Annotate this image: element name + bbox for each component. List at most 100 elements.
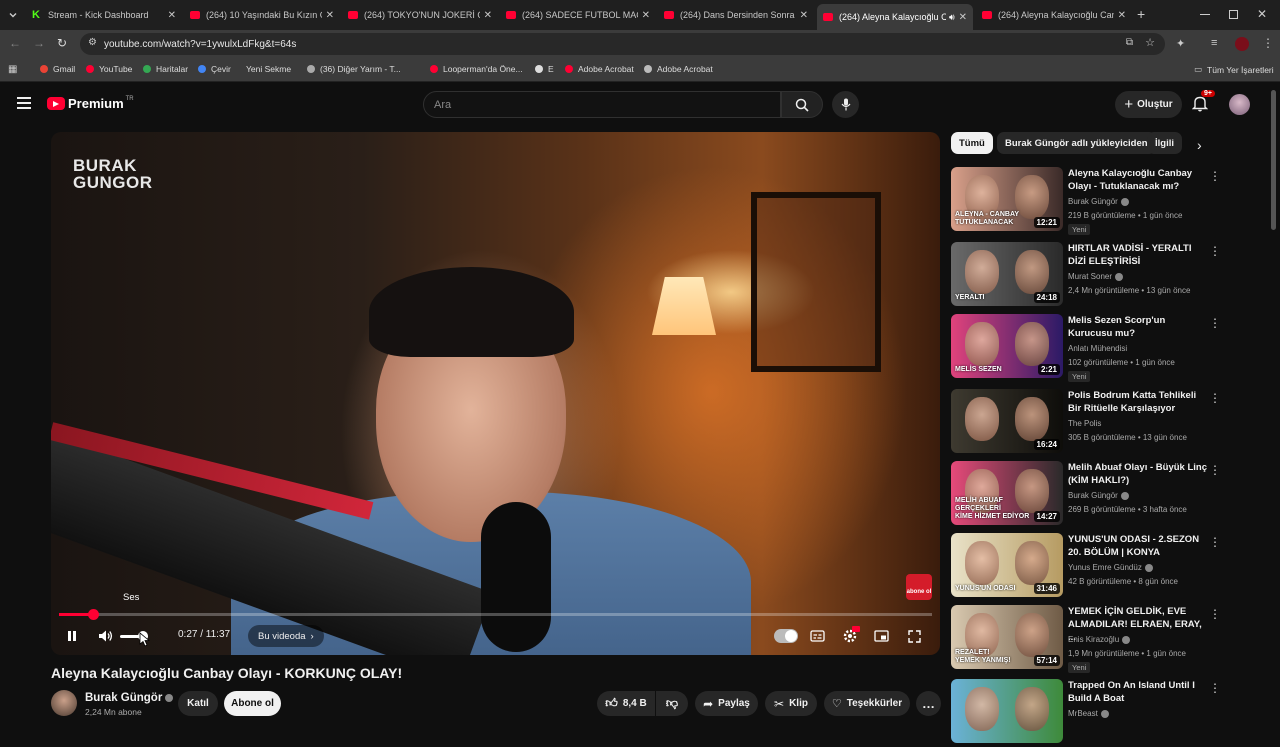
subscribe-watermark-badge[interactable]: abone ol [906, 574, 932, 600]
recommended-video[interactable]: YUNUS'UN ODASI 31:46 YUNUS'UN ODASI - 2.SE… [951, 533, 1221, 601]
recommended-video[interactable]: REZALET! YEMEK YANMIŞ! 57:14 YEMEK İÇİN GE… [951, 605, 1221, 673]
recommended-title[interactable]: HIRTLAR VADİSİ - YERALTI DİZİ ELEŞTİRİSİ [1068, 242, 1208, 268]
bookmark-item[interactable]: Çevir [198, 64, 231, 74]
close-tab-icon[interactable]: ✕ [959, 12, 967, 23]
recommended-channel[interactable]: Enis Kirazoğlu [1068, 635, 1131, 644]
bookmark-item[interactable]: Yeni Sekme [246, 64, 291, 74]
bookmark-item[interactable]: Haritalar [143, 64, 188, 74]
browser-tab[interactable]: (264) Dans Dersinden Sonra Or ✕ [658, 4, 814, 26]
subtitles-button[interactable] [809, 628, 825, 644]
recommended-channel[interactable]: The Polis [1068, 419, 1101, 428]
reload-button[interactable]: ↻ [57, 36, 67, 50]
video-thumbnail[interactable]: MELİH ABUAF GERÇEKLERİ KİME HİZMET EDİYO… [951, 461, 1063, 525]
recommended-channel[interactable]: Burak Güngör [1068, 197, 1129, 206]
search-button[interactable] [781, 91, 823, 118]
recommended-video[interactable]: YERALTI 24:18 HIRTLAR VADİSİ - YERALTI DİZ… [951, 242, 1221, 310]
browser-tab[interactable]: (264) 10 Yaşındaki Bu Kızın Cesa ✕ [184, 4, 340, 26]
close-tab-icon[interactable]: ✕ [168, 10, 176, 21]
progress-bar[interactable] [59, 609, 932, 620]
recommended-channel[interactable]: MrBeast [1068, 709, 1109, 718]
filter-chip[interactable]: Burak Güngör adlı yükleyiciden [997, 132, 1156, 154]
bookmark-item[interactable]: Looperman'da Öne... [430, 64, 523, 74]
recommended-title[interactable]: Trapped On An Island Until I Build A Boa… [1068, 679, 1208, 705]
browser-menu-icon[interactable]: ⋮ [1262, 36, 1274, 50]
bookmark-item[interactable]: Adobe Acrobat [644, 64, 713, 74]
filter-chip[interactable]: İlgili [1147, 132, 1182, 154]
channel-avatar[interactable] [51, 690, 77, 716]
minimize-button[interactable] [1200, 14, 1210, 15]
video-thumbnail[interactable]: REZALET! YEMEK YANMIŞ! 57:14 [951, 605, 1063, 669]
channel-name[interactable]: Burak Güngör [85, 692, 174, 704]
new-tab-button[interactable]: + [1137, 6, 1145, 22]
recommended-title[interactable]: Polis Bodrum Katta Tehlikeli Bir Ritüell… [1068, 389, 1208, 415]
mute-button[interactable] [97, 628, 113, 644]
profile-avatar[interactable] [1235, 37, 1249, 51]
apps-grid-icon[interactable]: ▦ [8, 64, 17, 75]
bookmark-item[interactable]: Gmail [40, 64, 75, 74]
browser-tab[interactable]: K Stream - Kick Dashboard ✕ [26, 4, 182, 26]
account-avatar[interactable] [1229, 94, 1250, 115]
close-tab-icon[interactable]: ✕ [642, 10, 650, 21]
recommended-title[interactable]: Aleyna Kalaycıoğlu Canbay Olayı - Tutukl… [1068, 167, 1208, 193]
join-button[interactable]: Katıl [178, 691, 218, 716]
browser-tab[interactable]: (264) Aleyna Kalaycıoğlu Canba ✕ [976, 4, 1132, 26]
more-options-icon[interactable]: ⋮ [1209, 607, 1221, 621]
voice-search-button[interactable] [832, 91, 859, 118]
share-button[interactable]: ➦ Paylaş [695, 691, 758, 716]
pause-button[interactable] [65, 629, 79, 643]
maximize-button[interactable] [1229, 10, 1238, 19]
thanks-button[interactable]: ♡ Teşekkürler [824, 691, 910, 716]
browser-tab[interactable]: (264) SADECE FUTBOL MAÇINA ✕ [500, 4, 656, 26]
recommended-video[interactable]: Trapped On An Island Until I Build A Boa… [951, 679, 1221, 747]
create-button[interactable]: + Oluştur [1115, 91, 1182, 118]
all-bookmarks-button[interactable]: ▭ Tüm Yer İşaretleri [1194, 64, 1274, 75]
chapter-button[interactable]: Bu videoda › [248, 625, 324, 647]
media-control-icon[interactable]: ≡ [1211, 37, 1217, 49]
chips-next-button[interactable]: › [1197, 137, 1202, 153]
bookmark-star-icon[interactable]: ☆ [1145, 36, 1155, 49]
miniplayer-button[interactable] [873, 628, 889, 644]
extensions-icon[interactable]: ✦ [1176, 37, 1185, 50]
tab-search-button[interactable] [6, 8, 20, 22]
settings-button[interactable] [841, 626, 860, 645]
search-input[interactable]: Ara [423, 91, 781, 118]
autoplay-toggle[interactable] [774, 629, 798, 643]
more-options-icon[interactable]: ⋮ [1209, 316, 1221, 330]
address-bar[interactable]: ⚙ youtube.com/watch?v=1ywulxLdFkg&t=64s … [80, 33, 1165, 55]
filter-chip[interactable]: Tümü [951, 132, 993, 154]
close-window-button[interactable]: ✕ [1257, 7, 1267, 21]
recommended-channel[interactable]: Anlatı Mühendisi [1068, 344, 1127, 353]
recommended-video[interactable]: 16:24 Polis Bodrum Katta Tehlikeli Bir Ri… [951, 389, 1221, 457]
recommended-video[interactable]: MELİS SEZEN 2:21 Melis Sezen Scorp'un Kuru… [951, 314, 1221, 382]
video-thumbnail[interactable]: 16:24 [951, 389, 1063, 453]
close-tab-icon[interactable]: ✕ [1118, 10, 1126, 21]
more-options-icon[interactable]: ⋮ [1209, 681, 1221, 695]
dislike-button[interactable]: 👎︎ [656, 691, 688, 716]
video-thumbnail[interactable]: YUNUS'UN ODASI 31:46 [951, 533, 1063, 597]
bookmark-item[interactable]: E [535, 64, 554, 74]
like-button[interactable]: 👍︎ 8,4 B [597, 691, 655, 716]
recommended-title[interactable]: Melis Sezen Scorp'un Kurucusu mu? [1068, 314, 1208, 340]
bookmark-item[interactable]: YouTube [86, 64, 132, 74]
browser-tab[interactable]: (264) TOKYO'NUN JOKERİ OLA ✕ [342, 4, 498, 26]
more-options-icon[interactable]: ⋮ [1209, 244, 1221, 258]
fullscreen-button[interactable] [906, 628, 922, 644]
progress-scrubber[interactable] [88, 609, 100, 620]
recommended-title[interactable]: YUNUS'UN ODASI - 2.SEZON 20. BÖLÜM | KON… [1068, 533, 1208, 559]
install-icon[interactable]: ⧉ [1126, 37, 1133, 48]
recommended-channel[interactable]: Yunus Emre Gündüz [1068, 563, 1153, 572]
recommended-title[interactable]: Melih Abuaf Olayı - Büyük Linç (KİM HAKL… [1068, 461, 1208, 487]
recommended-channel[interactable]: Burak Güngör [1068, 491, 1129, 500]
site-info-icon[interactable]: ⚙ [88, 37, 97, 48]
video-thumbnail[interactable] [951, 679, 1063, 743]
more-options-icon[interactable]: ⋮ [1209, 169, 1221, 183]
subscribe-button[interactable]: Abone ol [224, 691, 281, 716]
bookmark-item[interactable]: (36) Diğer Yarım - T... [307, 64, 401, 74]
close-tab-icon[interactable]: ✕ [326, 10, 334, 21]
more-options-icon[interactable]: ⋮ [1209, 535, 1221, 549]
browser-tab[interactable]: (264) Aleyna Kalaycıoğlu Ca 🔊︎ ✕ [817, 4, 973, 30]
video-player[interactable]: BURAK GUNGOR abone ol Ses 0:27 / 11:37 B… [51, 132, 940, 655]
close-tab-icon[interactable]: ✕ [484, 10, 492, 21]
recommended-video[interactable]: ALEYNA - CANBAY TUTUKLANACAK 12:21 Aleyna … [951, 167, 1221, 235]
more-options-icon[interactable]: ⋮ [1209, 391, 1221, 405]
